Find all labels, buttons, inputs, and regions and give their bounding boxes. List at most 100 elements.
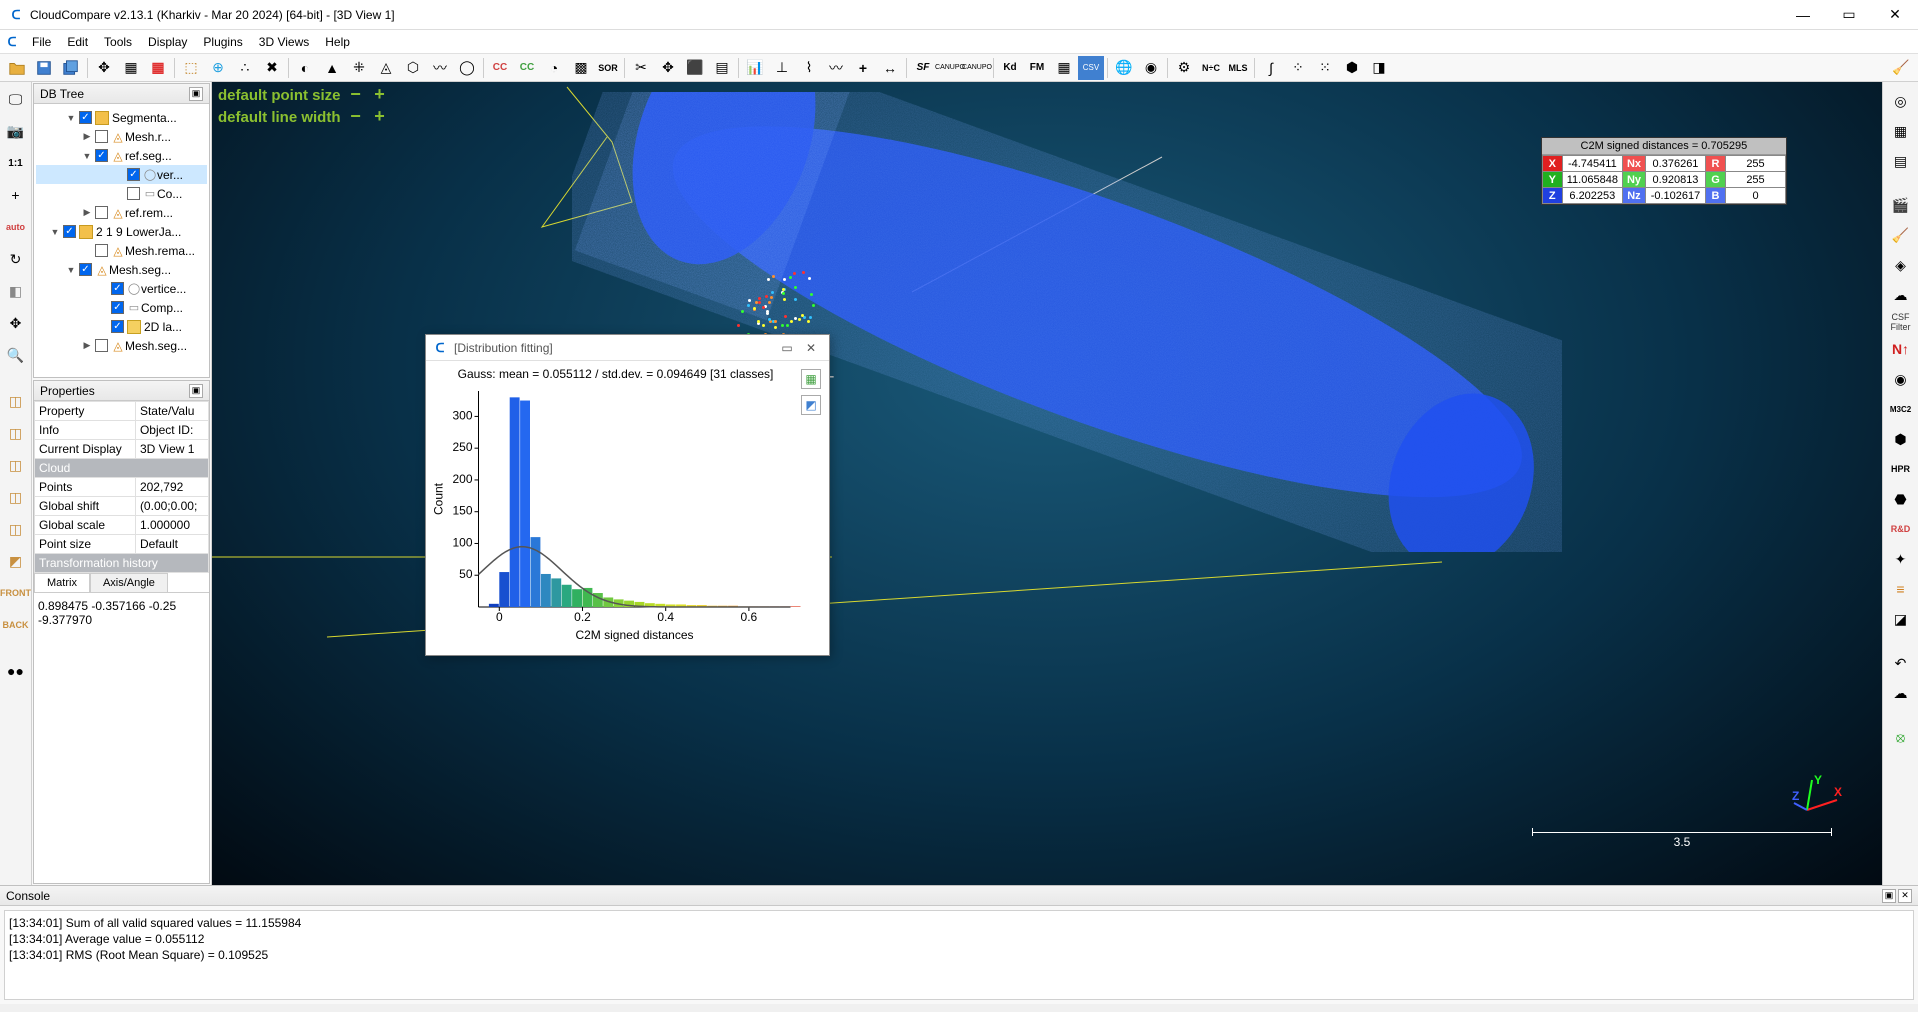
tree-item[interactable]: ▼✓◬ ref.seg... xyxy=(36,146,207,165)
view-back-icon[interactable]: BACK xyxy=(3,612,29,638)
tree-expand-icon[interactable]: ▼ xyxy=(50,227,60,237)
dot2-icon[interactable]: ⁙ xyxy=(1312,56,1338,80)
dialog-maximize-button[interactable]: ▭ xyxy=(775,338,799,358)
hsv-icon[interactable]: ◨ xyxy=(1366,56,1392,80)
sf-filter-icon[interactable]: ⌇ xyxy=(796,56,822,80)
view-icon[interactable]: 🖵 xyxy=(3,86,29,112)
open-icon[interactable] xyxy=(4,56,30,80)
properties-float-button[interactable]: ▣ xyxy=(189,384,203,398)
crosssection-icon[interactable]: ⬛ xyxy=(682,56,708,80)
trace-icon[interactable]: ▦ xyxy=(145,56,171,80)
histogram-icon[interactable]: 📊 xyxy=(742,56,768,80)
tree-expand-icon[interactable]: ▼ xyxy=(66,113,76,123)
tree-item[interactable]: ✓ 2D la... xyxy=(36,317,207,336)
tree-checkbox[interactable]: ✓ xyxy=(95,149,108,162)
menu-plugins[interactable]: Plugins xyxy=(195,33,250,51)
menu-file[interactable]: File xyxy=(24,33,59,51)
menu-help[interactable]: Help xyxy=(317,33,358,51)
stat-icon[interactable]: ⊥ xyxy=(769,56,795,80)
plugin-3-icon[interactable]: ▤ xyxy=(1887,148,1915,174)
align-icon[interactable]: CC xyxy=(514,56,540,80)
undo-icon[interactable]: ↶ xyxy=(1887,650,1915,676)
tree-expand-icon[interactable]: ▼ xyxy=(66,265,76,275)
save-icon[interactable] xyxy=(31,56,57,80)
minimize-button[interactable]: — xyxy=(1788,5,1818,25)
tree-expand-icon[interactable]: ▶ xyxy=(82,207,92,218)
line-width-minus-button[interactable]: − xyxy=(347,108,365,126)
dot1-icon[interactable]: ⁘ xyxy=(1285,56,1311,80)
animation-icon[interactable]: 🎬 xyxy=(1887,192,1915,218)
tree-checkbox[interactable]: ✓ xyxy=(111,301,124,314)
tree-item[interactable]: ▶◬ Mesh.r... xyxy=(36,127,207,146)
auto-center-icon[interactable]: auto xyxy=(3,214,29,240)
tree-item[interactable]: ▶◬ ref.rem... xyxy=(36,203,207,222)
menu-3dviews[interactable]: 3D Views xyxy=(251,33,317,51)
sample-icon[interactable]: ⬡ xyxy=(400,56,426,80)
tree-checkbox[interactable]: ✓ xyxy=(111,320,124,333)
tree-checkbox[interactable]: ✓ xyxy=(63,225,76,238)
tree-checkbox[interactable] xyxy=(95,206,108,219)
subsample-icon[interactable]: ∴ xyxy=(232,56,258,80)
pcv-icon[interactable]: ⬢ xyxy=(1887,426,1915,452)
merge-icon[interactable]: ⊕ xyxy=(205,56,231,80)
tree-expand-icon[interactable]: ▼ xyxy=(82,151,92,161)
view-iso2-icon[interactable]: FRONT xyxy=(3,580,29,606)
dialog-close-button[interactable]: ✕ xyxy=(799,338,823,358)
shield-icon[interactable]: ◈ xyxy=(1887,252,1915,278)
arith-icon[interactable]: + xyxy=(850,56,876,80)
menu-display[interactable]: Display xyxy=(140,33,195,51)
menu-tools[interactable]: Tools xyxy=(96,33,140,51)
clone-icon[interactable]: ⬚ xyxy=(178,56,204,80)
sphere-icon[interactable]: ◉ xyxy=(1138,56,1164,80)
iso-icon[interactable]: ◧ xyxy=(3,278,29,304)
line-width-plus-button[interactable]: + xyxy=(371,108,389,126)
tree-item[interactable]: ✓▭ Comp... xyxy=(36,298,207,317)
tree-item[interactable]: ▭ Co... xyxy=(36,184,207,203)
console-output[interactable]: [13:34:01] Sum of all valid squared valu… xyxy=(4,910,1914,1000)
tree-checkbox[interactable]: ✓ xyxy=(127,168,140,181)
poisson-icon[interactable]: ⬣ xyxy=(1887,486,1915,512)
cloud3-icon[interactable]: ☁ xyxy=(1887,680,1915,706)
app-menu-icon[interactable]: ᑕ xyxy=(4,34,20,50)
normals-icon[interactable]: ▲ xyxy=(319,56,345,80)
tree-item[interactable]: ▼✓ 2 1 9 LowerJa... xyxy=(36,222,207,241)
plugin-1-icon[interactable]: ◎ xyxy=(1887,88,1915,114)
compass-icon[interactable]: N↑ xyxy=(1887,336,1915,362)
gradient-icon[interactable]: 〰 xyxy=(823,56,849,80)
console-close-button[interactable]: ✕ xyxy=(1898,889,1912,903)
tree-checkbox[interactable] xyxy=(95,339,108,352)
canupo-train-icon[interactable]: CANUPO xyxy=(937,56,963,80)
convert-icon[interactable]: ↔ xyxy=(877,56,903,80)
hpr-icon[interactable]: HPR xyxy=(1887,456,1915,482)
register-icon[interactable]: CC xyxy=(487,56,513,80)
tree-expand-icon[interactable]: ▶ xyxy=(82,340,92,351)
tree-item[interactable]: ▼✓ Segmenta... xyxy=(36,108,207,127)
view-front-icon[interactable]: ◫ xyxy=(3,420,29,446)
tree-checkbox[interactable]: ✓ xyxy=(111,282,124,295)
srp-icon[interactable]: ✦ xyxy=(1887,546,1915,572)
layers-icon[interactable]: ≡ xyxy=(1887,576,1915,602)
kd-icon[interactable]: Kd xyxy=(997,56,1023,80)
tree-checkbox[interactable] xyxy=(127,187,140,200)
canupo-classify-icon[interactable]: CANUPO xyxy=(964,56,990,80)
tree-item[interactable]: ✓◯ ver... xyxy=(36,165,207,184)
translate-icon[interactable]: ✥ xyxy=(655,56,681,80)
colors-icon[interactable]: ◐ xyxy=(292,56,318,80)
mls-icon[interactable]: MLS xyxy=(1225,56,1251,80)
broom-icon[interactable]: 🧹 xyxy=(1888,56,1914,80)
sf-icon[interactable]: SF xyxy=(910,56,936,80)
tree-expand-icon[interactable]: ▶ xyxy=(82,131,92,142)
cloud2-icon[interactable]: ☁ xyxy=(1887,282,1915,308)
csv-icon[interactable]: CSV xyxy=(1078,56,1104,80)
view-side-icon[interactable]: ◫ xyxy=(3,452,29,478)
mesh-icon[interactable]: ◬ xyxy=(373,56,399,80)
nc-icon[interactable]: N÷C xyxy=(1198,56,1224,80)
delete-icon[interactable]: ✖ xyxy=(259,56,285,80)
export-image-icon[interactable]: ◩ xyxy=(801,395,821,415)
plugin-2-icon[interactable]: ▦ xyxy=(1887,118,1915,144)
menu-edit[interactable]: Edit xyxy=(59,33,96,51)
virtual-icon[interactable]: ◪ xyxy=(1887,606,1915,632)
save-all-icon[interactable] xyxy=(58,56,84,80)
octree-icon[interactable]: ⁜ xyxy=(346,56,372,80)
checker-icon[interactable]: ▩ xyxy=(568,56,594,80)
